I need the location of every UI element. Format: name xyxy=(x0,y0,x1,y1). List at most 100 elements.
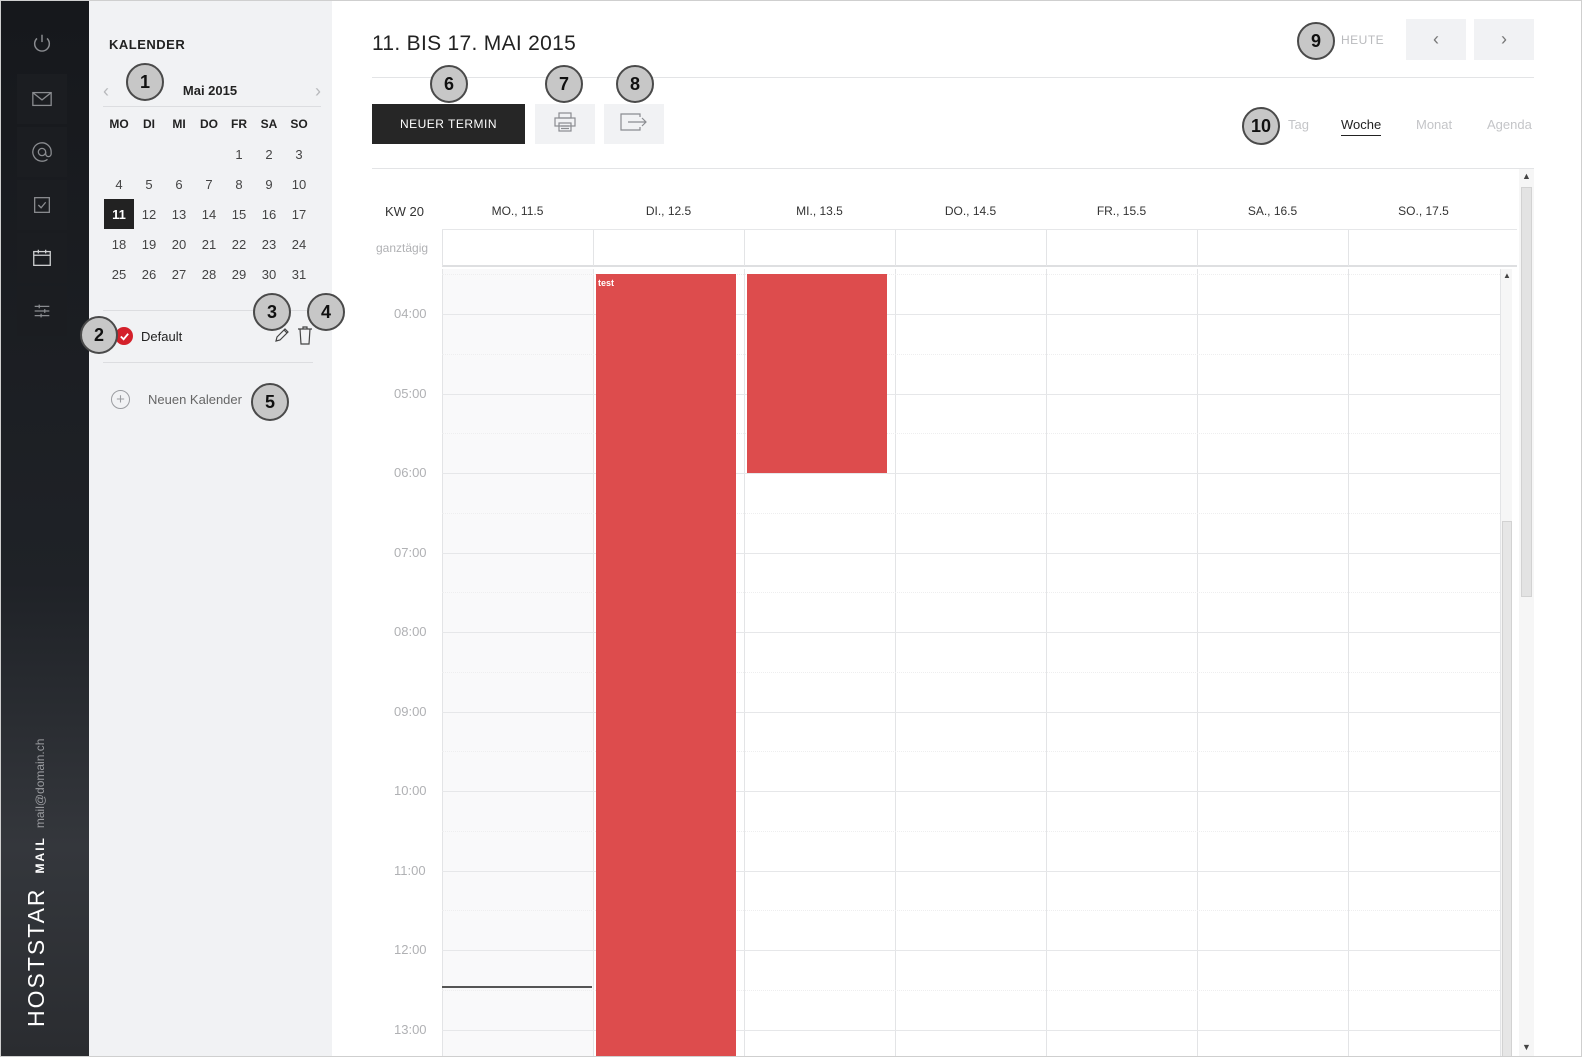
mini-calendar-day[interactable]: 26 xyxy=(134,259,164,289)
all-day-row[interactable] xyxy=(442,229,1517,267)
mini-calendar-day[interactable]: 30 xyxy=(254,259,284,289)
day-column[interactable] xyxy=(1046,269,1197,1056)
scroll-up-icon[interactable]: ▲ xyxy=(1522,171,1531,181)
time-label: 08:00 xyxy=(394,624,427,639)
current-time-indicator xyxy=(442,985,592,988)
inner-scrollbar[interactable]: ▲ xyxy=(1500,269,1512,1056)
all-day-cell[interactable] xyxy=(895,230,1046,266)
calendar-event[interactable]: test xyxy=(596,274,736,1056)
day-column[interactable] xyxy=(442,269,593,1056)
time-label: 12:00 xyxy=(394,942,427,957)
mini-calendar-empty xyxy=(194,139,224,169)
mini-calendar-day[interactable]: 17 xyxy=(284,199,314,229)
mail-icon[interactable] xyxy=(17,74,67,124)
page-scrollbar[interactable]: ▲ ▼ xyxy=(1519,169,1534,1056)
mini-calendar-day[interactable]: 4 xyxy=(104,169,134,199)
all-day-cell[interactable] xyxy=(1046,230,1197,266)
trash-icon[interactable] xyxy=(297,325,313,350)
all-day-cell[interactable] xyxy=(744,230,895,266)
mini-calendar-day[interactable]: 23 xyxy=(254,229,284,259)
mini-calendar-day[interactable]: 12 xyxy=(134,199,164,229)
all-day-cell[interactable] xyxy=(593,230,744,266)
mini-calendar-day[interactable]: 10 xyxy=(284,169,314,199)
mini-calendar-day[interactable]: 7 xyxy=(194,169,224,199)
view-tab-day[interactable]: Tag xyxy=(1288,117,1309,132)
view-tab-agenda[interactable]: Agenda xyxy=(1487,117,1532,132)
mini-calendar-day[interactable]: 5 xyxy=(134,169,164,199)
mini-calendar-day[interactable]: 14 xyxy=(194,199,224,229)
all-day-label: ganztägig xyxy=(376,241,429,255)
chevron-right-icon[interactable]: › xyxy=(1474,19,1534,60)
mini-calendar-day[interactable]: 29 xyxy=(224,259,254,289)
mini-calendar-day[interactable]: 16 xyxy=(254,199,284,229)
day-column-header[interactable]: MO., 11.5 xyxy=(442,204,593,218)
at-icon[interactable] xyxy=(17,127,67,177)
tasks-icon[interactable] xyxy=(17,180,67,230)
weekday-label: SA xyxy=(260,117,278,131)
mini-calendar-next-icon[interactable]: › xyxy=(315,81,321,102)
callout-badge: 8 xyxy=(616,65,654,103)
mini-calendar-day[interactable]: 13 xyxy=(164,199,194,229)
day-column-header[interactable]: SA., 16.5 xyxy=(1197,204,1348,218)
day-column[interactable] xyxy=(1348,269,1499,1056)
new-event-button[interactable]: NEUER TERMIN xyxy=(372,104,525,144)
mini-calendar-day[interactable]: 3 xyxy=(284,139,314,169)
mini-calendar-day[interactable]: 9 xyxy=(254,169,284,199)
all-day-cell[interactable] xyxy=(1197,230,1348,266)
mini-calendar-day[interactable]: 25 xyxy=(104,259,134,289)
plus-icon: + xyxy=(111,390,130,409)
weekday-label: SO xyxy=(290,117,308,131)
scroll-up-icon[interactable]: ▲ xyxy=(1503,271,1511,280)
all-day-cell[interactable] xyxy=(442,230,593,266)
new-calendar-label: Neuen Kalender xyxy=(148,392,242,407)
scroll-down-icon[interactable]: ▼ xyxy=(1522,1042,1531,1052)
power-icon[interactable] xyxy=(17,18,67,68)
all-day-cell[interactable] xyxy=(1348,230,1499,266)
day-column-header[interactable]: FR., 15.5 xyxy=(1046,204,1197,218)
time-label: 05:00 xyxy=(394,385,427,401)
app-window: HOSTSTAR MAIL mail@domain.ch KALENDER ‹ … xyxy=(0,0,1582,1057)
day-column-header[interactable]: DO., 14.5 xyxy=(895,204,1046,218)
mini-calendar-day[interactable]: 6 xyxy=(164,169,194,199)
calendar-icon[interactable] xyxy=(17,233,67,283)
day-column[interactable] xyxy=(1197,269,1348,1056)
print-button[interactable] xyxy=(535,104,595,144)
mini-calendar-day[interactable]: 20 xyxy=(164,229,194,259)
mini-calendar-day[interactable]: 22 xyxy=(224,229,254,259)
chevron-left-icon[interactable]: ‹ xyxy=(1406,19,1466,60)
day-column-header[interactable]: DI., 12.5 xyxy=(593,204,744,218)
today-button[interactable]: HEUTE xyxy=(1341,33,1384,47)
callout-badge: 10 xyxy=(1242,107,1280,145)
page-scrollbar-thumb[interactable] xyxy=(1521,187,1532,597)
view-tab-month[interactable]: Monat xyxy=(1416,117,1452,132)
mini-calendar-day[interactable]: 27 xyxy=(164,259,194,289)
new-calendar-button[interactable]: + Neuen Kalender xyxy=(111,390,242,409)
mini-calendar-empty xyxy=(104,139,134,169)
day-column-header[interactable]: SO., 17.5 xyxy=(1348,204,1499,218)
day-column-header[interactable]: MI., 13.5 xyxy=(744,204,895,218)
day-column[interactable] xyxy=(895,269,1046,1056)
mini-calendar-day[interactable]: 31 xyxy=(284,259,314,289)
weekday-label: DO xyxy=(200,117,218,131)
mini-calendar-day[interactable]: 15 xyxy=(224,199,254,229)
mini-calendar-day[interactable]: 2 xyxy=(254,139,284,169)
mini-calendar-day[interactable]: 21 xyxy=(194,229,224,259)
mini-calendar-day[interactable]: 11 xyxy=(104,199,134,229)
mini-calendar-day[interactable]: 28 xyxy=(194,259,224,289)
calendar-event[interactable] xyxy=(747,274,887,473)
mini-calendar-day[interactable]: 24 xyxy=(284,229,314,259)
brand-logo: HOSTSTAR MAIL mail@domain.ch xyxy=(23,739,50,1027)
time-label: 10:00 xyxy=(394,783,427,798)
mini-calendar-day[interactable]: 8 xyxy=(224,169,254,199)
mini-calendar-day[interactable]: 18 xyxy=(104,229,134,259)
mini-calendar-day[interactable]: 1 xyxy=(224,139,254,169)
inner-scrollbar-thumb[interactable] xyxy=(1502,521,1512,1056)
mini-calendar-week: 18 19 20 21 22 23 24 xyxy=(104,229,314,259)
view-tab-week[interactable]: Woche xyxy=(1341,117,1382,136)
mini-calendar-day[interactable]: 19 xyxy=(134,229,164,259)
weekday-label: MI xyxy=(172,117,186,131)
time-grid[interactable]: test xyxy=(442,269,1502,1056)
export-button[interactable] xyxy=(604,104,664,144)
settings-sliders-icon[interactable] xyxy=(17,286,67,336)
callout-badge: 7 xyxy=(545,65,583,103)
